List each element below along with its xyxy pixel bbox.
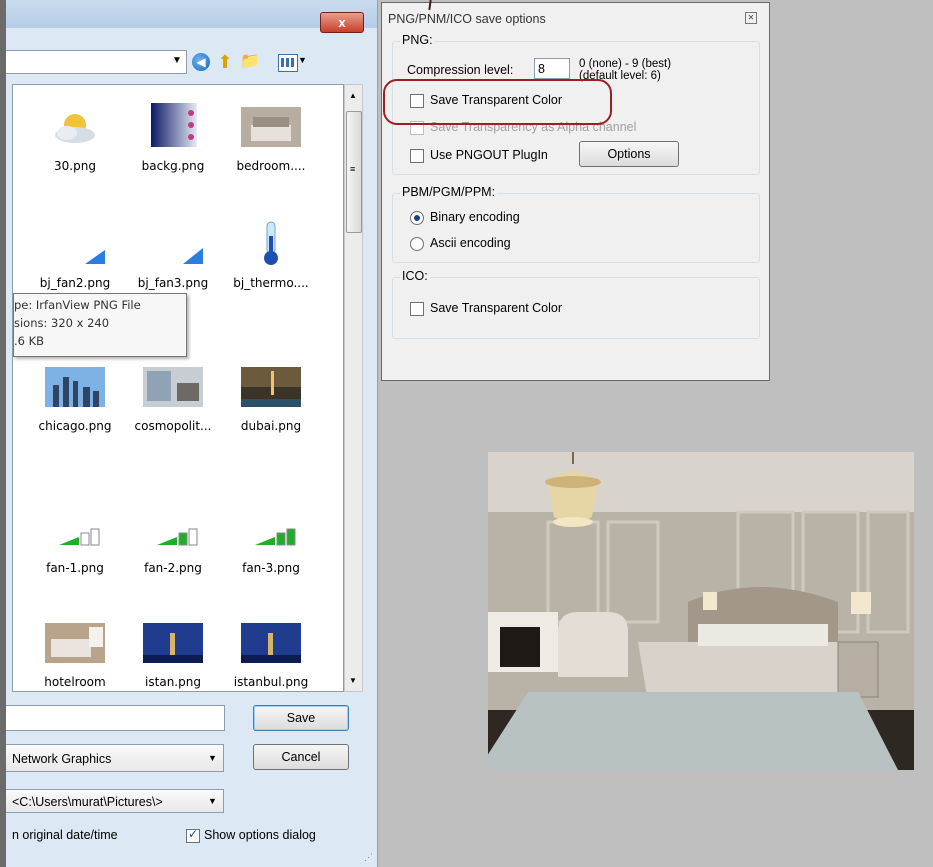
compression-label: Compression level: [407, 63, 514, 77]
file-name: cosmopolit... [134, 419, 212, 433]
file-item[interactable]: cosmopolit... [123, 363, 223, 433]
file-name: istanbul.png [233, 675, 309, 689]
use-pngout-checkbox[interactable] [410, 149, 424, 163]
show-options-label: Show options dialog [204, 828, 316, 842]
gradient-thumbnail [143, 103, 203, 149]
png-group-label: PNG: [400, 33, 435, 47]
new-folder-icon[interactable]: 📁 [240, 53, 260, 71]
up-folder-icon[interactable]: ⬆ [216, 53, 234, 71]
close-icon[interactable]: ✕ [745, 12, 757, 24]
scroll-thumb[interactable]: ≡ [346, 111, 362, 233]
bedroom-thumbnail [241, 103, 301, 149]
binary-encoding-label: Binary encoding [430, 210, 520, 224]
file-name: fan-2.png [144, 561, 202, 575]
pngout-options-button[interactable]: Options [579, 141, 679, 167]
cancel-button[interactable]: Cancel [253, 744, 349, 770]
save-button[interactable]: Save [253, 705, 349, 731]
views-icon[interactable] [278, 54, 298, 72]
tooltip-type: pe: IrfanView PNG File [14, 298, 141, 312]
file-name: chicago.png [38, 419, 112, 433]
ascii-encoding-label: Ascii encoding [430, 236, 511, 250]
back-icon[interactable]: ◀ [192, 53, 210, 71]
file-name: hotelroom [44, 675, 106, 689]
file-item[interactable]: bj_fan2.png [25, 220, 125, 290]
options-dialog-title: PNG/PNM/ICO save options [388, 12, 546, 26]
ico-save-transparent-label: Save Transparent Color [430, 301, 563, 315]
interior-thumbnail [143, 363, 203, 409]
file-item[interactable]: 30.png [25, 103, 125, 173]
file-list-scrollbar[interactable]: ▲ ≡ ▼ [344, 84, 363, 692]
pnm-group [392, 193, 760, 263]
resize-grip-icon[interactable]: ⋰ [364, 852, 373, 863]
file-item[interactable]: chicago.png [25, 363, 125, 433]
annotation-highlight-ring [383, 79, 612, 125]
binary-encoding-radio[interactable] [410, 211, 424, 225]
ico-save-transparent-checkbox[interactable] [410, 302, 424, 316]
filename-input[interactable] [6, 705, 225, 731]
file-info-tooltip: pe: IrfanView PNG File sions: 320 x 240 … [13, 293, 187, 357]
file-name: istan.png [145, 675, 201, 689]
bedroom-preview-image [488, 452, 914, 770]
close-button[interactable]: x [320, 12, 364, 33]
location-select[interactable]: <C:\Users\murat\Pictures\> [6, 789, 224, 813]
istanbul-thumbnail [241, 619, 301, 665]
signal-bars-thumbnail [143, 505, 203, 551]
sun-cloud-thumbnail [45, 103, 105, 149]
scroll-down-icon[interactable]: ▼ [349, 676, 357, 685]
save-as-dialog: x ▼ ◀ ⬆ 📁 ▼ 30.png backg.png bedroom.... [6, 0, 378, 867]
file-item[interactable]: fan-2.png [123, 505, 223, 575]
tooltip-dimensions: sions: 320 x 240 [14, 316, 110, 330]
signal-bars-thumbnail [241, 505, 301, 551]
thermometer-thumbnail [241, 220, 301, 266]
filetype-select[interactable]: Network Graphics [6, 744, 224, 772]
file-item[interactable]: fan-1.png [25, 505, 125, 575]
chevron-down-icon[interactable]: ▼ [208, 796, 217, 806]
file-name: bj_thermo.... [233, 276, 309, 290]
chevron-down-icon[interactable]: ▼ [298, 55, 307, 65]
file-item[interactable]: bj_thermo.... [221, 220, 321, 290]
png-save-options-dialog: PNG/PNM/ICO save options ✕ PNG: Compress… [381, 2, 770, 381]
file-item[interactable]: bj_fan3.png [123, 220, 223, 290]
use-pngout-label: Use PNGOUT PlugIn [430, 148, 548, 162]
file-name: fan-3.png [242, 561, 300, 575]
file-name: backg.png [141, 159, 205, 173]
city-thumbnail [45, 363, 105, 409]
compression-hint: 0 (none) - 9 (best) [579, 58, 672, 70]
night-city-thumbnail [241, 363, 301, 409]
file-item[interactable]: hotelroom [25, 619, 125, 689]
chevron-down-icon[interactable]: ▼ [208, 753, 217, 763]
tooltip-size: .6 KB [14, 334, 45, 348]
pnm-group-label: PBM/PGM/PPM: [400, 185, 498, 199]
istanbul-thumbnail [143, 619, 203, 665]
file-name: bj_fan3.png [137, 276, 209, 290]
keep-original-date-label: n original date/time [12, 828, 118, 842]
address-bar[interactable] [6, 50, 187, 74]
file-item[interactable]: istanbul.png [221, 619, 321, 689]
fan-thumbnail [143, 220, 203, 266]
file-item[interactable]: backg.png [123, 103, 223, 173]
file-item[interactable]: bedroom.... [221, 103, 321, 173]
signal-bars-thumbnail [45, 505, 105, 551]
fan-thumbnail [45, 220, 105, 266]
file-item[interactable]: fan-3.png [221, 505, 321, 575]
file-list[interactable]: 30.png backg.png bedroom.... bj_fan2.png [12, 84, 344, 692]
hotelroom-thumbnail [45, 619, 105, 665]
scroll-up-icon[interactable]: ▲ [349, 91, 357, 100]
ascii-encoding-radio[interactable] [410, 237, 424, 251]
file-name: bj_fan2.png [39, 276, 111, 290]
file-name: fan-1.png [46, 561, 104, 575]
file-item[interactable]: istan.png [123, 619, 223, 689]
file-name: 30.png [54, 159, 96, 173]
show-options-checkbox[interactable] [186, 827, 200, 843]
compression-level-input[interactable]: 8 [534, 58, 570, 79]
file-item[interactable]: dubai.png [221, 363, 321, 433]
file-name: bedroom.... [236, 159, 306, 173]
ico-group-label: ICO: [400, 269, 430, 283]
file-name: dubai.png [240, 419, 302, 433]
chevron-down-icon[interactable]: ▼ [172, 55, 182, 66]
